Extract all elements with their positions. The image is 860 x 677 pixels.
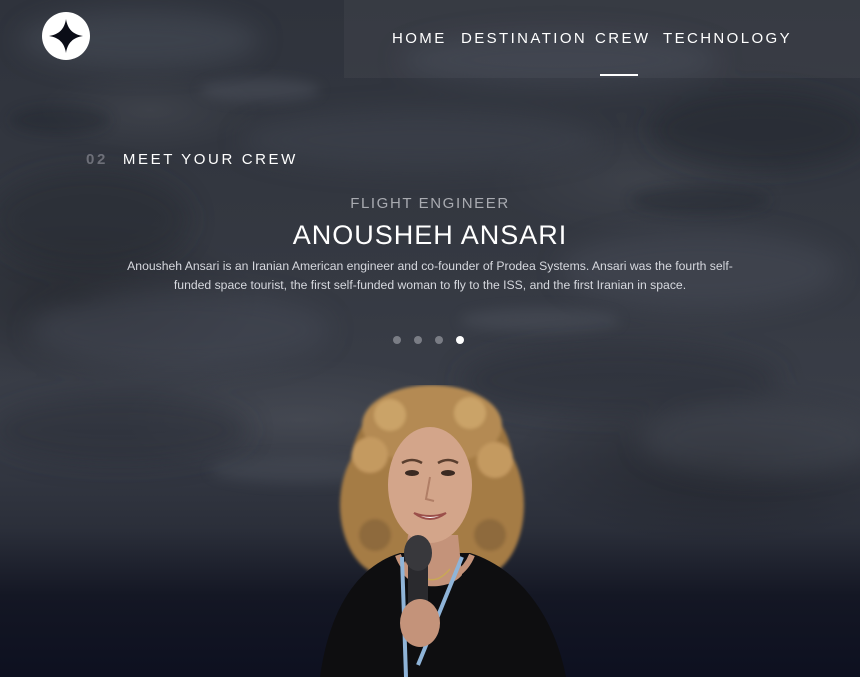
nav-item-destination[interactable]: DESTINATION <box>461 30 587 47</box>
nav-active-indicator <box>600 74 638 76</box>
crew-portrait-image <box>320 385 566 677</box>
crew-bio: Anousheh Ansari is an Iranian American e… <box>127 259 733 292</box>
carousel-dot-3[interactable] <box>435 336 443 344</box>
nav-item-technology[interactable]: TECHNOLOGY <box>663 30 792 47</box>
carousel-dot-2[interactable] <box>414 336 422 344</box>
crew-role: FLIGHT ENGINEER <box>350 195 510 212</box>
page-heading-number: 02 <box>86 151 108 168</box>
nav-item-crew[interactable]: CREW <box>595 30 650 47</box>
carousel-dot-1[interactable] <box>393 336 401 344</box>
carousel-dots <box>393 336 464 344</box>
nav-item-home[interactable]: HOME <box>392 30 447 47</box>
carousel-dot-4[interactable] <box>456 336 464 344</box>
page-heading-title: MEET YOUR CREW <box>122 151 298 168</box>
page-heading: 02 MEET YOUR CREW <box>86 151 298 168</box>
four-point-star-logo-icon[interactable] <box>42 12 90 60</box>
crew-name: ANOUSHEH ANSARI <box>292 220 568 250</box>
